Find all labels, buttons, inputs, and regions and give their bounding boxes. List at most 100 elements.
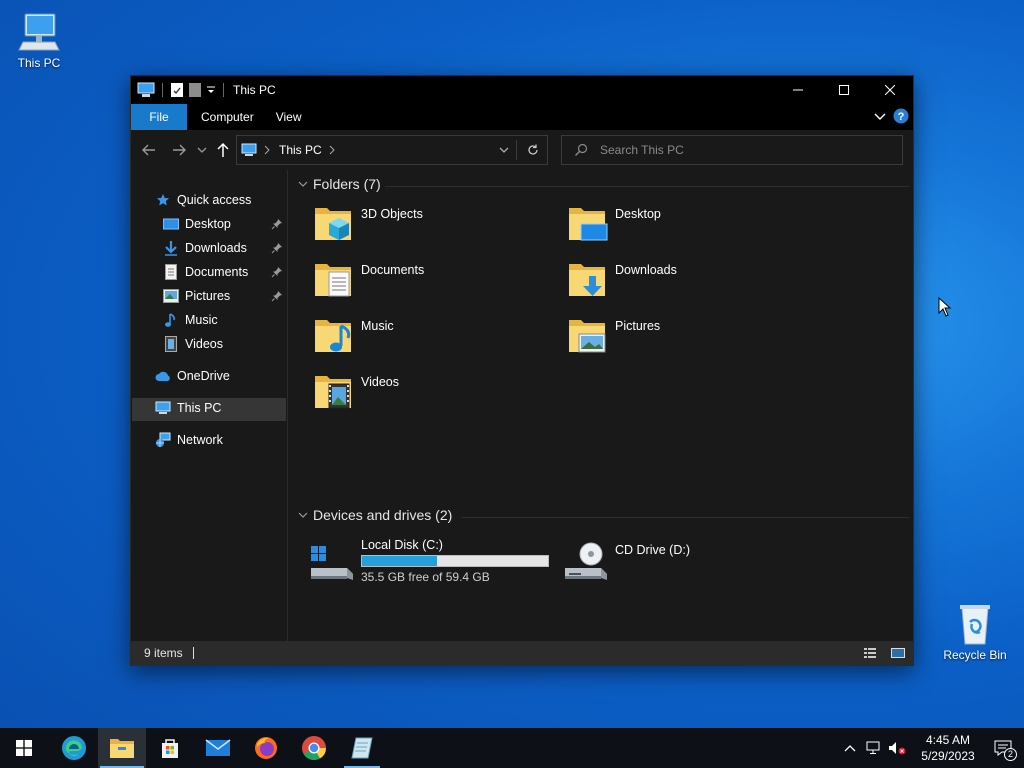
maximize-button[interactable] — [821, 76, 867, 104]
forward-arrow-icon[interactable] — [171, 142, 187, 158]
sidebar-item-documents[interactable]: Documents — [163, 261, 248, 283]
folders-header-label: Folders (7) — [313, 176, 381, 192]
customize-toolbar-chevron-icon[interactable] — [206, 82, 216, 98]
minimize-button[interactable] — [775, 76, 821, 104]
pin-icon[interactable] — [271, 242, 283, 254]
cd-drive-icon — [565, 542, 607, 580]
sidebar-item-label: Downloads — [185, 241, 247, 255]
folder-label: Pictures — [615, 319, 661, 333]
new-folder-icon[interactable] — [188, 82, 202, 98]
tab-view[interactable]: View — [268, 104, 316, 130]
sidebar-item-label: Videos — [185, 337, 223, 351]
properties-icon[interactable] — [170, 82, 184, 98]
desktop-this-pc-label: This PC — [17, 56, 61, 70]
tab-computer[interactable]: Computer — [187, 104, 268, 130]
computer-icon — [18, 13, 60, 51]
tab-file[interactable]: File — [131, 104, 187, 130]
folder-tile-pictures[interactable]: Pictures — [565, 312, 660, 356]
taskbar-notepad-app[interactable] — [338, 728, 386, 768]
folders-group-header[interactable]: Folders (7) — [297, 176, 381, 192]
network-icon — [156, 432, 171, 447]
drives-header-label: Devices and drives (2) — [313, 507, 453, 523]
sidebar-item-downloads[interactable]: Downloads — [163, 237, 247, 259]
folder-tile-documents[interactable]: Documents — [311, 256, 424, 300]
folder-tile-downloads[interactable]: Downloads — [565, 256, 677, 300]
videos-icon — [165, 336, 177, 352]
chrome-icon — [302, 736, 326, 761]
star-icon — [157, 194, 169, 206]
system-tray: 4:45 AM 5/29/2023 2 — [844, 728, 1024, 768]
collapse-chevron-icon[interactable] — [297, 179, 309, 189]
help-icon[interactable]: ? — [893, 108, 909, 124]
folder-tile-3d-objects[interactable]: 3D Objects — [311, 200, 423, 244]
address-history-chevron-icon[interactable] — [499, 146, 509, 154]
sidebar-item-network[interactable]: Network — [155, 429, 223, 451]
folder-tile-videos[interactable]: Videos — [311, 368, 399, 412]
taskbar-microsoft-store[interactable] — [146, 728, 194, 768]
music-icon — [165, 313, 175, 327]
volume-muted-icon[interactable] — [888, 741, 906, 755]
disk-usage-fill — [362, 556, 437, 566]
sidebar-item-this-pc[interactable]: This PC — [155, 397, 221, 419]
sidebar-item-desktop[interactable]: Desktop — [163, 213, 231, 235]
up-arrow-icon[interactable] — [215, 142, 231, 158]
drive-tile-local-disk-c[interactable]: Local Disk (C:) 35.5 GB free of 59.4 GB — [307, 538, 549, 584]
sidebar-item-quick-access[interactable]: Quick access — [155, 189, 251, 211]
ribbon-tabs: File Computer View ? — [131, 104, 913, 130]
edge-browser-icon — [62, 736, 86, 760]
desktop-this-pc-shortcut[interactable]: This PC — [4, 10, 74, 70]
taskbar-firefox[interactable] — [242, 728, 290, 768]
sidebar-item-pictures[interactable]: Pictures — [163, 285, 230, 307]
content-pane: Folders (7) 3D Objects Desktop Documents… — [289, 170, 913, 642]
collapse-chevron-icon[interactable] — [297, 510, 309, 520]
videos-folder-icon — [315, 376, 351, 409]
breadcrumb-chevron-icon[interactable] — [263, 145, 271, 155]
pin-icon[interactable] — [271, 266, 283, 278]
title-bar[interactable]: This PC — [131, 76, 913, 104]
file-explorer-icon — [110, 739, 134, 758]
this-pc-small-icon — [137, 82, 155, 97]
breadcrumb-this-pc[interactable]: This PC — [279, 143, 322, 157]
back-arrow-icon[interactable] — [141, 142, 157, 158]
downloads-folder-icon — [569, 264, 605, 296]
sidebar-item-onedrive[interactable]: OneDrive — [155, 365, 230, 387]
drive-free-space: 35.5 GB free of 59.4 GB — [361, 570, 490, 584]
folder-tile-desktop[interactable]: Desktop — [565, 200, 661, 244]
sidebar-item-music[interactable]: Music — [163, 309, 218, 331]
action-center-button[interactable]: 2 — [982, 728, 1024, 768]
refresh-icon[interactable] — [527, 144, 539, 156]
show-hidden-icons-chevron-icon[interactable] — [844, 743, 856, 753]
large-icons-view-icon[interactable] — [891, 646, 905, 660]
microsoft-store-icon — [162, 739, 178, 758]
computer-icon — [155, 401, 171, 414]
search-input[interactable]: Search This PC — [600, 143, 684, 157]
folder-label: Videos — [361, 375, 399, 389]
drives-group-header[interactable]: Devices and drives (2) — [297, 507, 452, 523]
start-button[interactable] — [0, 728, 48, 768]
3d-objects-folder-icon — [315, 208, 351, 240]
drive-tile-cd-drive-d[interactable]: CD Drive (D:) — [561, 538, 690, 582]
taskbar-file-explorer[interactable] — [98, 728, 146, 768]
system-clock[interactable]: 4:45 AM 5/29/2023 — [914, 732, 982, 764]
desktop-recycle-bin-shortcut[interactable]: Recycle Bin — [940, 602, 1010, 662]
search-box[interactable]: Search This PC — [561, 135, 903, 165]
details-view-icon[interactable] — [863, 646, 877, 660]
address-bar[interactable]: This PC — [236, 135, 548, 165]
sidebar-item-videos[interactable]: Videos — [163, 333, 223, 355]
taskbar-edge[interactable] — [50, 728, 98, 768]
close-button[interactable] — [867, 76, 913, 104]
folder-tile-music[interactable]: Music — [311, 312, 394, 356]
taskbar-chrome[interactable] — [290, 728, 338, 768]
window-title: This PC — [233, 83, 276, 97]
expand-ribbon-chevron-icon[interactable] — [873, 109, 887, 123]
windows-logo-icon — [16, 740, 32, 756]
pin-icon[interactable] — [271, 290, 283, 302]
pin-icon[interactable] — [271, 218, 283, 230]
network-status-icon[interactable] — [866, 741, 882, 755]
taskbar: 4:45 AM 5/29/2023 2 — [0, 728, 1024, 768]
breadcrumb-chevron-icon[interactable] — [328, 145, 336, 155]
taskbar-mail[interactable] — [194, 728, 242, 768]
recent-locations-chevron-icon[interactable] — [197, 146, 207, 154]
documents-icon — [165, 264, 177, 280]
local-disk-icon — [311, 546, 353, 580]
